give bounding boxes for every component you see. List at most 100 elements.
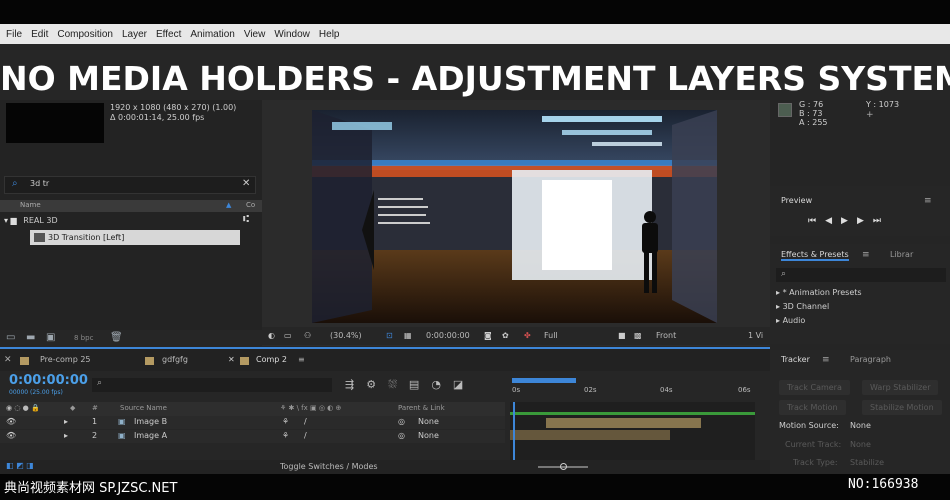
toggle-icons[interactable]: ◧ ◩ ◨ (6, 461, 34, 470)
menu-edit[interactable]: Edit (31, 29, 48, 40)
menu-help[interactable]: Help (319, 29, 340, 40)
clear-search-icon[interactable]: ✕ (242, 178, 250, 189)
fx-item[interactable]: ▸ Audio (776, 316, 805, 325)
tab-gdfgfg[interactable]: gdfgfg (162, 355, 188, 364)
menu-animation[interactable]: Animation (190, 29, 234, 40)
viewer-timecode[interactable]: 0:00:00:00 (426, 331, 470, 340)
shy-switch-icon[interactable]: ⚘ (282, 417, 289, 426)
fx-item[interactable]: ▸ 3D Channel (776, 302, 829, 311)
channel-icon[interactable]: ✤ (524, 331, 531, 340)
track-motion-button[interactable]: Track Motion (779, 400, 846, 415)
comp-mini-flowchart-icon[interactable]: ⇶ (345, 378, 366, 391)
resolution-dropdown[interactable]: Full (544, 331, 558, 340)
menu-window[interactable]: Window (274, 29, 310, 40)
close-tab-icon[interactable]: ✕ (4, 355, 12, 365)
quality-switch-icon[interactable]: / (304, 417, 307, 426)
last-frame-icon[interactable]: ⏭ (873, 216, 890, 226)
shy-icon[interactable]: ⛆ (388, 378, 409, 391)
parent-pickwhip-icon[interactable]: ◎ (398, 431, 405, 440)
interpret-icon[interactable]: ▭ (6, 332, 15, 343)
tab-pre-comp[interactable]: Pre-comp 25 (40, 355, 91, 364)
prev-frame-icon[interactable]: ◀ (825, 216, 841, 226)
camera-dropdown[interactable]: Front (656, 331, 676, 340)
tab-comp-2[interactable]: Comp 2 (256, 355, 287, 364)
quality-switch-icon[interactable]: / (304, 431, 307, 440)
layer-name[interactable]: Image A (134, 431, 167, 440)
playhead[interactable] (513, 402, 515, 464)
region-icon[interactable]: ⊡ (386, 331, 393, 340)
layer-bar-image-a[interactable] (510, 430, 670, 440)
draft-3d-icon[interactable]: ⚙ (366, 378, 388, 391)
track-camera-button[interactable]: Track Camera (779, 380, 850, 395)
parent-dropdown[interactable]: None (418, 417, 439, 426)
trash-icon[interactable]: 🗑 (110, 332, 123, 343)
source-name-column[interactable]: Source Name (120, 404, 167, 412)
timeline-timecode[interactable]: 0:00:00:00 (9, 373, 88, 388)
tracker-tab[interactable]: Tracker (781, 355, 810, 364)
menu-layer[interactable]: Layer (122, 29, 147, 40)
parent-link-column[interactable]: Parent & Link (398, 404, 445, 412)
new-comp-icon[interactable]: ▣ (46, 332, 55, 343)
time-ruler[interactable]: 0s 02s 04s 06s (510, 377, 755, 403)
current-track-dropdown[interactable]: None (850, 440, 871, 449)
timeline-column-header: ◉ ◌ ● 🔒 ◆ # Source Name ⚘ ✱ \ fx ▣ ◎ ◐ ⊕… (0, 402, 505, 416)
folder-new-icon[interactable]: ▬ (26, 332, 35, 343)
toggle-switches-modes[interactable]: Toggle Switches / Modes (280, 462, 378, 471)
library-tab[interactable]: Librar (890, 250, 913, 259)
shy-switch-icon[interactable]: ⚘ (282, 431, 289, 440)
close-tab-icon[interactable]: ✕ (228, 355, 235, 364)
layer-bar-image-b[interactable] (546, 418, 701, 428)
menu-file[interactable]: File (6, 29, 22, 40)
menu-view[interactable]: View (244, 29, 266, 40)
transparency-icon[interactable]: ▦ (404, 331, 412, 340)
col-comment[interactable]: Co (246, 201, 255, 209)
ruler-tick: 0s (512, 386, 521, 394)
stabilize-motion-button[interactable]: Stabilize Motion (862, 400, 942, 415)
flowchart-icon[interactable]: ⑆ (243, 214, 249, 225)
next-frame-icon[interactable]: ▶ (857, 216, 873, 226)
bpc-label[interactable]: 8 bpc (74, 334, 93, 342)
track-type-dropdown[interactable]: Stabilize (850, 458, 884, 467)
layer-row[interactable]: 👁 ▸ 2 ▣ Image A ⚘ / ◎ None (0, 430, 505, 443)
views-dropdown[interactable]: 1 Vi (748, 331, 763, 340)
effects-search-input[interactable] (776, 268, 946, 282)
parent-dropdown[interactable]: None (418, 431, 439, 440)
work-area-bar[interactable] (512, 378, 576, 383)
layer-row[interactable]: 👁 ▸ 1 ▣ Image B ⚘ / ◎ None (0, 416, 505, 429)
col-name[interactable]: Name (20, 201, 41, 209)
layer-name[interactable]: Image B (134, 417, 167, 426)
visibility-icon[interactable]: 👁 (6, 431, 16, 440)
folder-item[interactable]: ▾ ▆ REAL 3D (4, 216, 58, 225)
tab-menu-icon[interactable]: ≡ (298, 355, 305, 364)
show-snapshot-icon[interactable]: ✿ (502, 331, 509, 340)
motion-blur-icon[interactable]: ◔ (431, 378, 453, 391)
zoom-dropdown[interactable]: (30.4%) (330, 331, 362, 340)
tracker-menu-icon[interactable]: ≡ (822, 355, 830, 365)
motion-source-dropdown[interactable]: None (850, 421, 871, 430)
paragraph-tab[interactable]: Paragraph (850, 355, 891, 364)
always-preview-icon[interactable]: ◐ (268, 331, 275, 340)
expand-arrow-icon[interactable]: ▸ (64, 417, 68, 426)
camera-snapshot-icon[interactable]: ◙ (484, 331, 492, 340)
mask-icon[interactable]: ⚇ (304, 331, 311, 340)
region-of-interest-icon[interactable]: ■ (618, 331, 626, 340)
project-item-selected[interactable]: 3D Transition [Left] (30, 230, 240, 245)
expand-arrow-icon[interactable]: ▸ (64, 431, 68, 440)
first-frame-icon[interactable]: ⏮ (808, 216, 825, 226)
effects-tab[interactable]: Effects & Presets (781, 250, 849, 261)
menu-composition[interactable]: Composition (57, 29, 113, 40)
frame-blend-icon[interactable]: ▤ (409, 378, 431, 391)
parent-pickwhip-icon[interactable]: ◎ (398, 417, 405, 426)
fx-item[interactable]: ▸ * Animation Presets (776, 288, 862, 297)
panel-menu-icon[interactable]: ≡ (924, 196, 932, 206)
visibility-icon[interactable]: 👁 (6, 417, 16, 426)
zoom-slider-handle[interactable] (560, 463, 567, 470)
transparency-grid-icon[interactable]: ▩ (634, 331, 642, 340)
effects-menu-icon[interactable]: ≡ (862, 250, 870, 260)
menu-effect[interactable]: Effect (156, 29, 181, 40)
graph-editor-icon[interactable]: ◪ (453, 378, 475, 391)
timeline-search-input[interactable] (92, 378, 332, 392)
play-icon[interactable]: ▶ (841, 216, 857, 226)
monitor-icon[interactable]: ▭ (284, 331, 292, 340)
warp-stabilizer-button[interactable]: Warp Stabilizer (862, 380, 939, 395)
